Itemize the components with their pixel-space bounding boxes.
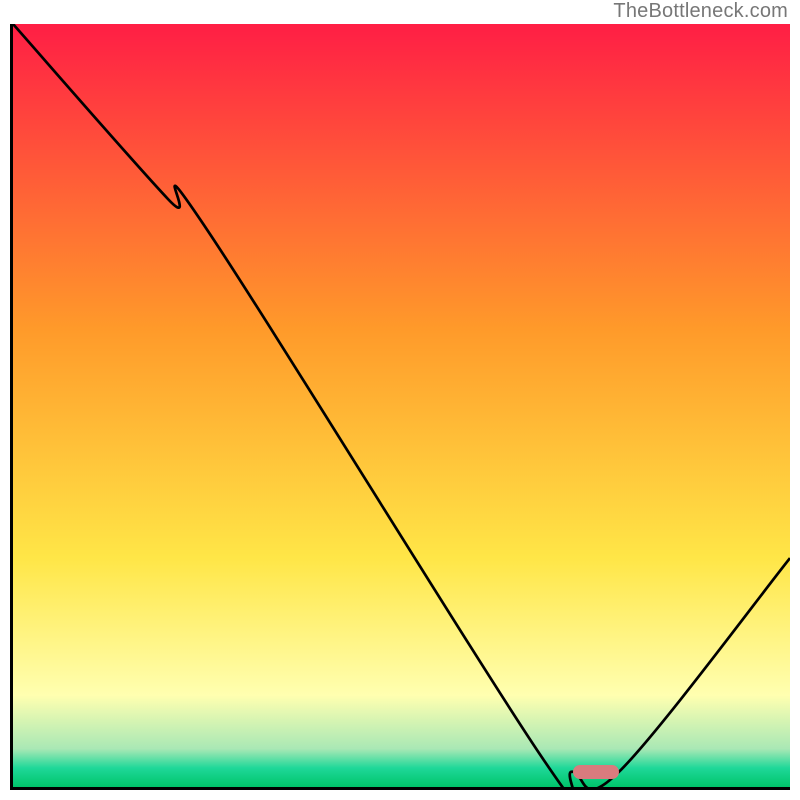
plot-area: [10, 24, 790, 790]
watermark-text: TheBottleneck.com: [613, 0, 788, 23]
optimum-marker: [573, 765, 619, 779]
gradient-background: [13, 24, 790, 787]
